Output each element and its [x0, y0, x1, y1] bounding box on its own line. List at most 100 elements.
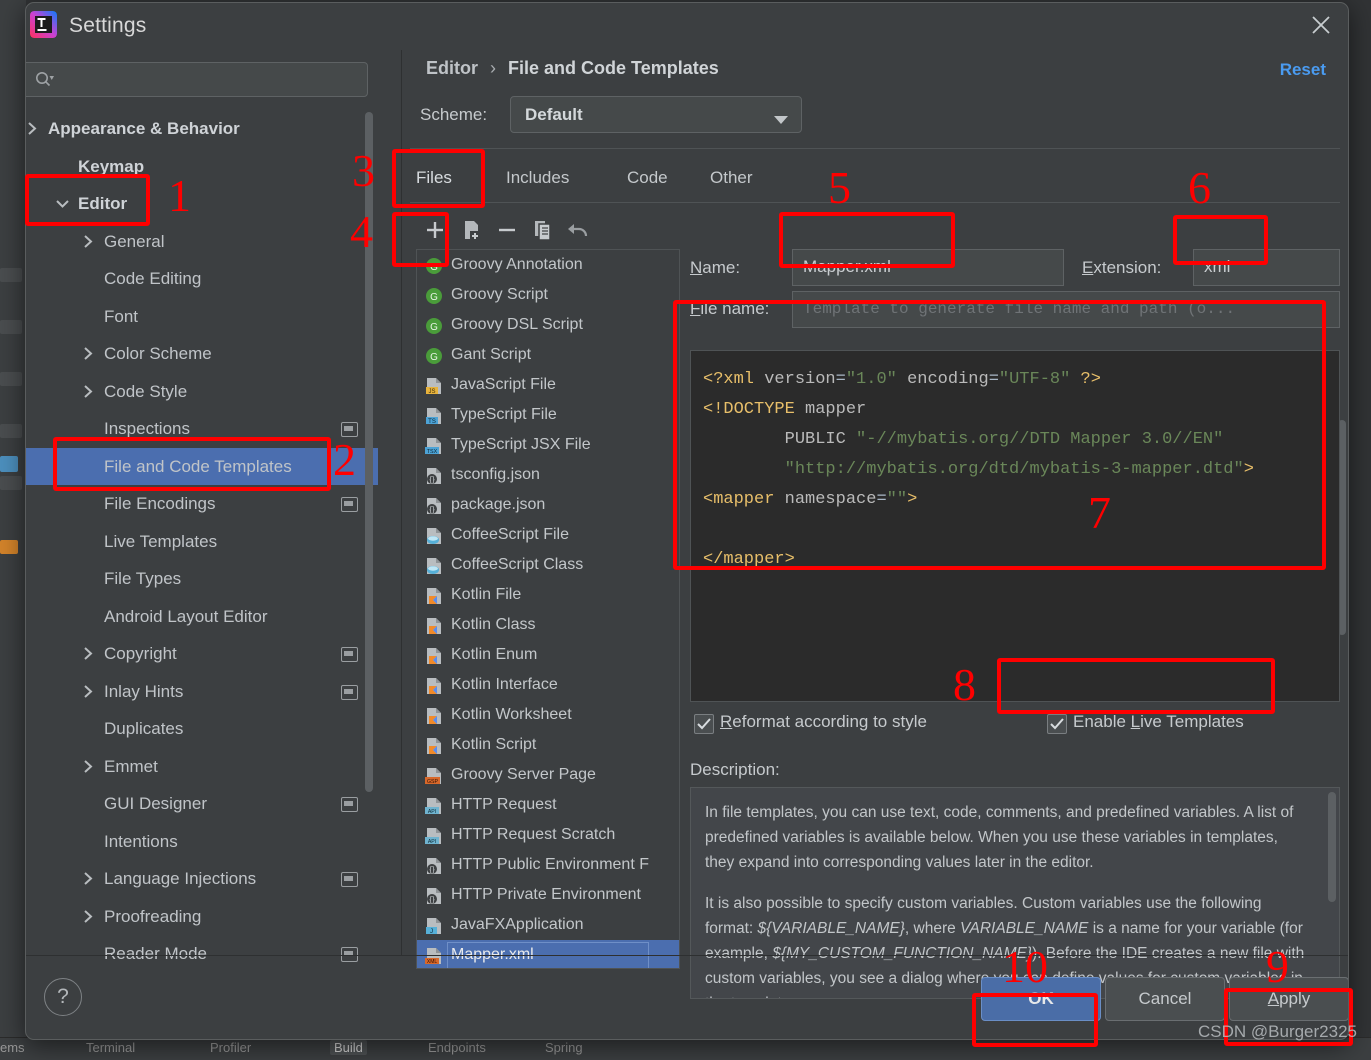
status-item-terminal[interactable]: Terminal [86, 1040, 135, 1055]
sidebar-item-android-layout-editor[interactable]: Android Layout Editor [26, 598, 378, 636]
close-icon[interactable] [1302, 8, 1340, 42]
sidebar-item-reader-mode[interactable]: Reader Mode [26, 935, 378, 973]
sidebar-item-font[interactable]: Font [26, 298, 378, 336]
bg-chip [0, 372, 22, 386]
template-list-item[interactable]: G Gant Script [417, 340, 679, 370]
sidebar-item-inspections[interactable]: Inspections [26, 410, 378, 448]
chevron-down-icon[interactable] [56, 197, 70, 211]
cancel-button[interactable]: Cancel [1105, 977, 1225, 1021]
sidebar-item-intentions[interactable]: Intentions [26, 823, 378, 861]
plus-icon[interactable] [420, 215, 450, 245]
template-list-item-label: Kotlin Interface [451, 676, 558, 693]
sidebar-item-code-style[interactable]: Code Style [26, 373, 378, 411]
chevron-right-icon[interactable] [26, 122, 40, 136]
sidebar-item-appearance-behavior[interactable]: Appearance & Behavior [26, 110, 378, 148]
sidebar-item-file-and-code-templates[interactable]: File and Code Templates [26, 447, 378, 485]
template-list-item[interactable]: JS JavaScript File [417, 370, 679, 400]
chevron-right-icon[interactable] [82, 647, 96, 661]
sidebar-item-gui-designer[interactable]: GUI Designer [26, 785, 378, 823]
status-item-problems[interactable]: ems [0, 1040, 25, 1055]
search-input[interactable] [26, 62, 368, 97]
template-list-item[interactable]: CoffeeScript Class [417, 550, 679, 580]
template-list-item[interactable]: G Groovy Annotation [417, 250, 679, 280]
sidebar-item-editor[interactable]: Editor [26, 185, 378, 223]
sidebar-item-label: GUI Designer [104, 794, 207, 813]
chevron-right-icon[interactable] [82, 872, 96, 886]
dialog-titlebar: Settings [26, 3, 1348, 50]
template-list-item[interactable]: G Groovy DSL Script [417, 310, 679, 340]
ide-status-bar: ems Terminal Profiler Build Endpoints Sp… [0, 1037, 1371, 1060]
scheme-dropdown[interactable]: Default [510, 96, 802, 133]
sidebar-item-keymap[interactable]: Keymap [26, 148, 378, 186]
template-list-item[interactable]: {} package.json [417, 490, 679, 520]
template-list-item[interactable]: Kotlin File [417, 580, 679, 610]
template-list-item[interactable]: {} HTTP Public Environment F [417, 850, 679, 880]
template-list-item[interactable]: CoffeeScript File [417, 520, 679, 550]
template-code-editor[interactable]: <?xml version="1.0" encoding="UTF-8" ?> … [690, 350, 1340, 702]
sidebar-item-copyright[interactable]: Copyright [26, 635, 378, 673]
template-list-item[interactable]: Kotlin Script [417, 730, 679, 760]
status-item-spring[interactable]: Spring [545, 1040, 583, 1055]
ok-button[interactable]: OK [981, 977, 1101, 1021]
description-scrollbar[interactable] [1328, 792, 1336, 902]
name-field[interactable]: Mapper.xml [792, 249, 1064, 286]
duplicate-icon[interactable] [528, 215, 558, 245]
status-item-build[interactable]: Build [330, 1040, 367, 1055]
template-list-item[interactable]: TS TypeScript File [417, 400, 679, 430]
template-list-item[interactable]: GSP Groovy Server Page [417, 760, 679, 790]
apply-button[interactable]: Apply [1229, 977, 1348, 1021]
sidebar-item-code-editing[interactable]: Code Editing [26, 260, 378, 298]
module-scope-icon [341, 647, 358, 662]
chevron-right-icon[interactable] [82, 347, 96, 361]
tab-other[interactable]: Other [710, 157, 753, 199]
reformat-checkbox[interactable] [694, 714, 714, 734]
status-item-endpoints[interactable]: Endpoints [428, 1040, 486, 1055]
template-list-item[interactable]: J JavaFXApplication [417, 910, 679, 940]
tab-code[interactable]: Code [627, 157, 668, 199]
sidebar-item-file-encodings[interactable]: File Encodings [26, 485, 378, 523]
chevron-right-icon[interactable] [82, 234, 96, 249]
extension-field[interactable]: xml [1193, 249, 1340, 286]
extension-field-value: xml [1204, 257, 1231, 276]
live-templates-checkbox[interactable] [1047, 714, 1067, 734]
minus-icon[interactable] [492, 215, 522, 245]
sidebar-item-file-types[interactable]: File Types [26, 560, 378, 598]
svg-text:XML: XML [427, 959, 438, 965]
sidebar-item-emmet[interactable]: Emmet [26, 748, 378, 786]
template-list-item[interactable]: {} HTTP Private Environment [417, 880, 679, 910]
template-list-item[interactable]: Kotlin Interface [417, 670, 679, 700]
template-list-item[interactable]: Kotlin Class [417, 610, 679, 640]
template-list[interactable]: G Groovy Annotation G Groovy Script G Groovy … [416, 249, 680, 969]
sidebar-item-live-templates[interactable]: Live Templates [26, 523, 378, 561]
template-list-item[interactable]: API HTTP Request [417, 790, 679, 820]
reset-undo-icon[interactable] [564, 215, 594, 245]
tree-scrollbar[interactable] [365, 112, 373, 792]
coffee-file-icon [425, 556, 443, 574]
help-button[interactable]: ? [44, 978, 82, 1016]
chevron-right-icon[interactable] [82, 909, 96, 924]
sidebar-item-proofreading[interactable]: Proofreading [26, 898, 378, 936]
chevron-right-icon[interactable] [82, 384, 96, 399]
sidebar-item-inlay-hints[interactable]: Inlay Hints [26, 673, 378, 711]
status-item-profiler[interactable]: Profiler [210, 1040, 251, 1055]
template-list-item[interactable]: Kotlin Enum [417, 640, 679, 670]
chevron-right-icon[interactable] [82, 759, 96, 774]
filename-field[interactable]: Template to generate file name and path … [792, 291, 1340, 328]
reset-link[interactable]: Reset [1280, 60, 1326, 80]
sidebar-item-general[interactable]: General [26, 223, 378, 261]
sidebar-item-language-injections[interactable]: Language Injections [26, 860, 378, 898]
bg-chip [0, 476, 22, 490]
sidebar-item-duplicates[interactable]: Duplicates [26, 710, 378, 748]
template-list-item[interactable]: TSX TypeScript JSX File [417, 430, 679, 460]
template-list-item[interactable]: G Groovy Script [417, 280, 679, 310]
template-list-item[interactable]: {} tsconfig.json [417, 460, 679, 490]
json-file-icon: {} [425, 886, 443, 904]
template-list-item[interactable]: API HTTP Request Scratch [417, 820, 679, 850]
tab-files[interactable]: Files [416, 157, 452, 199]
chevron-right-icon[interactable] [82, 684, 96, 699]
breadcrumb-parent[interactable]: Editor [426, 58, 478, 78]
template-list-item[interactable]: Kotlin Worksheet [417, 700, 679, 730]
tab-includes[interactable]: Includes [506, 157, 569, 199]
copy-template-icon[interactable] [456, 215, 486, 245]
sidebar-item-color-scheme[interactable]: Color Scheme [26, 335, 378, 373]
